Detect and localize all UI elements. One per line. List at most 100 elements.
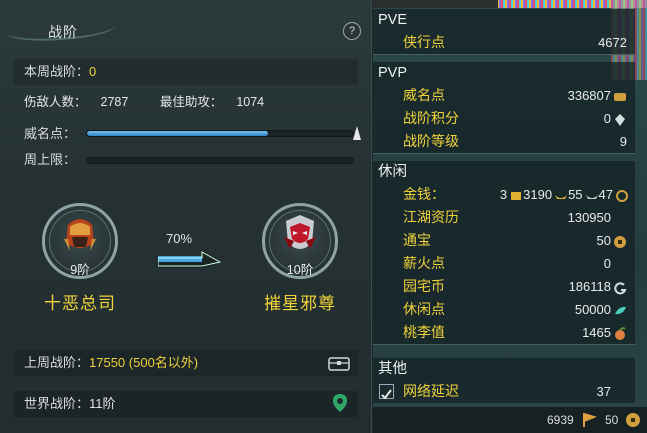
pvp-item-label: 威名点 <box>403 87 445 103</box>
leisure-item-label: 休闲点 <box>403 301 445 317</box>
leisure-item-label: 薪火点 <box>403 255 445 271</box>
leisure-item-value: 1465 <box>582 321 627 344</box>
pve-section: PVE 侠行点 4672 <box>373 9 635 55</box>
garden-coin-icon <box>614 281 627 294</box>
current-rank-level: 9阶 <box>70 263 90 277</box>
week-rank-value: 0 <box>89 64 97 79</box>
last-week-row: 上周战阶：17550 (500名以外) <box>14 350 358 376</box>
pvp-section: PVP 威名点 336807 战阶积分 0 战阶等级 9 <box>373 62 635 154</box>
pvp-item-value: 9 <box>619 134 627 149</box>
other-header: 其他 <box>378 361 407 377</box>
tongbao-icon <box>614 235 626 248</box>
last-week-label: 上周战阶： <box>24 355 90 370</box>
leisure-item-label: 园宅币 <box>403 278 445 294</box>
flag-icon[interactable] <box>581 412 597 428</box>
leisure-item-garden-coin: 园宅币 186118 <box>373 275 635 298</box>
panel-header: 战阶 ? <box>0 0 372 45</box>
pvp-item-value: 0 <box>604 107 627 130</box>
assist-value: 1074 <box>236 95 265 109</box>
battle-rank-panel: 战阶 ? 本周战阶：0 伤敌人数： 2787 最佳助攻： 1074 威名点： 周上限… <box>0 0 372 433</box>
weekly-cap-progress-bar <box>86 157 354 164</box>
next-rank-name: 摧星邪尊 <box>264 294 336 313</box>
top-bar <box>373 0 647 8</box>
assist-stat: 最佳助攻： 1074 <box>160 95 278 109</box>
help-icon[interactable]: ? <box>343 22 361 40</box>
combat-stats: 伤敌人数： 2787 最佳助攻： 1074 <box>24 94 292 110</box>
location-pin-icon[interactable] <box>332 393 348 413</box>
rank-points-icon <box>615 113 625 126</box>
world-rank-value: 11阶 <box>89 396 116 411</box>
leisure-item-value: 50 <box>597 229 627 252</box>
pvp-header: PVP <box>378 65 408 81</box>
next-rank-level: 10阶 <box>286 263 314 277</box>
leisure-item-label: 桃李值 <box>403 324 445 340</box>
latency-value: 37 <box>596 384 611 399</box>
game-ui: 战阶 ? 本周战阶：0 伤敌人数： 2787 最佳助攻： 1074 威名点： 周上限… <box>0 0 647 433</box>
pvp-item-value: 336807 <box>568 84 627 107</box>
bottom-bar: 6939 50 <box>373 407 647 433</box>
leisure-item-value: 0 <box>603 256 611 271</box>
next-rank-badge[interactable]: 10阶 摧星邪尊 <box>262 203 342 313</box>
weekly-cap-label: 周上限： <box>24 152 77 167</box>
other-section: 其他 网络延迟 37 <box>373 358 635 403</box>
pvp-item-prestige: 威名点 336807 <box>373 84 635 107</box>
pvp-item-label: 战阶积分 <box>403 110 459 126</box>
week-rank-label: 本周战阶： <box>24 64 90 79</box>
leisure-item-xinhuo: 薪火点 0 <box>373 252 635 275</box>
kills-value: 2787 <box>100 95 129 109</box>
tongbao-icon[interactable] <box>625 412 641 428</box>
prestige-icon <box>614 92 626 101</box>
leisure-item-leisure-points: 休闲点 50000 <box>373 298 635 321</box>
pve-item-label: 侠行点 <box>403 34 445 50</box>
peach-icon <box>615 326 626 340</box>
pvp-item-label: 战阶等级 <box>403 133 459 149</box>
latency-checkbox[interactable] <box>379 384 394 400</box>
leisure-header: 休闲 <box>378 164 407 180</box>
chest-icon[interactable] <box>328 355 350 371</box>
leisure-item-tongbao: 通宝 50 <box>373 229 635 252</box>
money-label: 金钱： <box>403 186 445 202</box>
prestige-progress-bar <box>86 130 354 137</box>
bottom-tongbao-value: 50 <box>605 413 619 427</box>
gold-ingot-icon <box>511 191 522 200</box>
world-rank-label: 世界战阶： <box>24 396 90 411</box>
leisure-item-value: 186118 <box>569 275 627 298</box>
pvp-item-rank-level: 战阶等级 9 <box>373 130 635 153</box>
panel-title: 战阶 <box>48 24 78 40</box>
pve-item-value: 4672 <box>598 35 627 50</box>
marker-icon <box>353 126 361 140</box>
leisure-item-value: 50000 <box>575 298 627 321</box>
mask-icon <box>284 215 316 249</box>
last-week-value: 17550 (500名以外) <box>89 355 199 370</box>
leisure-item-value: 130950 <box>567 210 611 225</box>
world-rank-row: 世界战阶：11阶 <box>14 391 358 417</box>
leisure-item-label: 通宝 <box>403 232 431 248</box>
leisure-item-taoli: 桃李值 1465 <box>373 321 635 344</box>
bottom-coins-value: 6939 <box>547 413 574 427</box>
week-rank-row: 本周战阶：0 <box>14 59 358 85</box>
assist-label: 最佳助攻： <box>159 95 223 109</box>
leisure-item-label: 江湖资历 <box>403 209 459 225</box>
copper-ingot-icon <box>585 194 598 199</box>
money-row: 金钱： 3 3190 55 47 <box>373 183 635 206</box>
leisure-item-experience: 江湖资历 130950 <box>373 206 635 229</box>
current-rank-badge[interactable]: 9阶 十恶总司 <box>42 203 122 313</box>
current-rank-name: 十恶总司 <box>44 294 116 313</box>
prestige-progress-fill <box>87 131 268 136</box>
pve-item-xiaxing: 侠行点 4672 <box>373 31 635 54</box>
rank-progress-percent: 70% <box>166 231 193 246</box>
money-value: 3 3190 55 47 <box>500 183 629 206</box>
latency-label: 网络延迟 <box>403 383 459 399</box>
leisure-section: 休闲 金钱： 3 3190 55 47 江湖资历 130950 通宝 50 薪火点 0… <box>373 161 635 345</box>
prestige-label: 威名点： <box>24 126 77 141</box>
latency-row[interactable]: 网络延迟 37 <box>373 380 635 403</box>
kills-label: 伤敌人数： <box>24 95 87 109</box>
helmet-icon <box>64 219 96 251</box>
kills-stat: 伤敌人数： 2787 <box>24 95 142 109</box>
checkmark-icon <box>381 389 392 400</box>
pve-header: PVE <box>378 12 408 28</box>
silver-ingot-icon <box>555 194 568 199</box>
pvp-item-rank-points: 战阶积分 0 <box>373 107 635 130</box>
leaf-icon <box>615 306 626 314</box>
progress-arrow-icon <box>158 250 222 268</box>
